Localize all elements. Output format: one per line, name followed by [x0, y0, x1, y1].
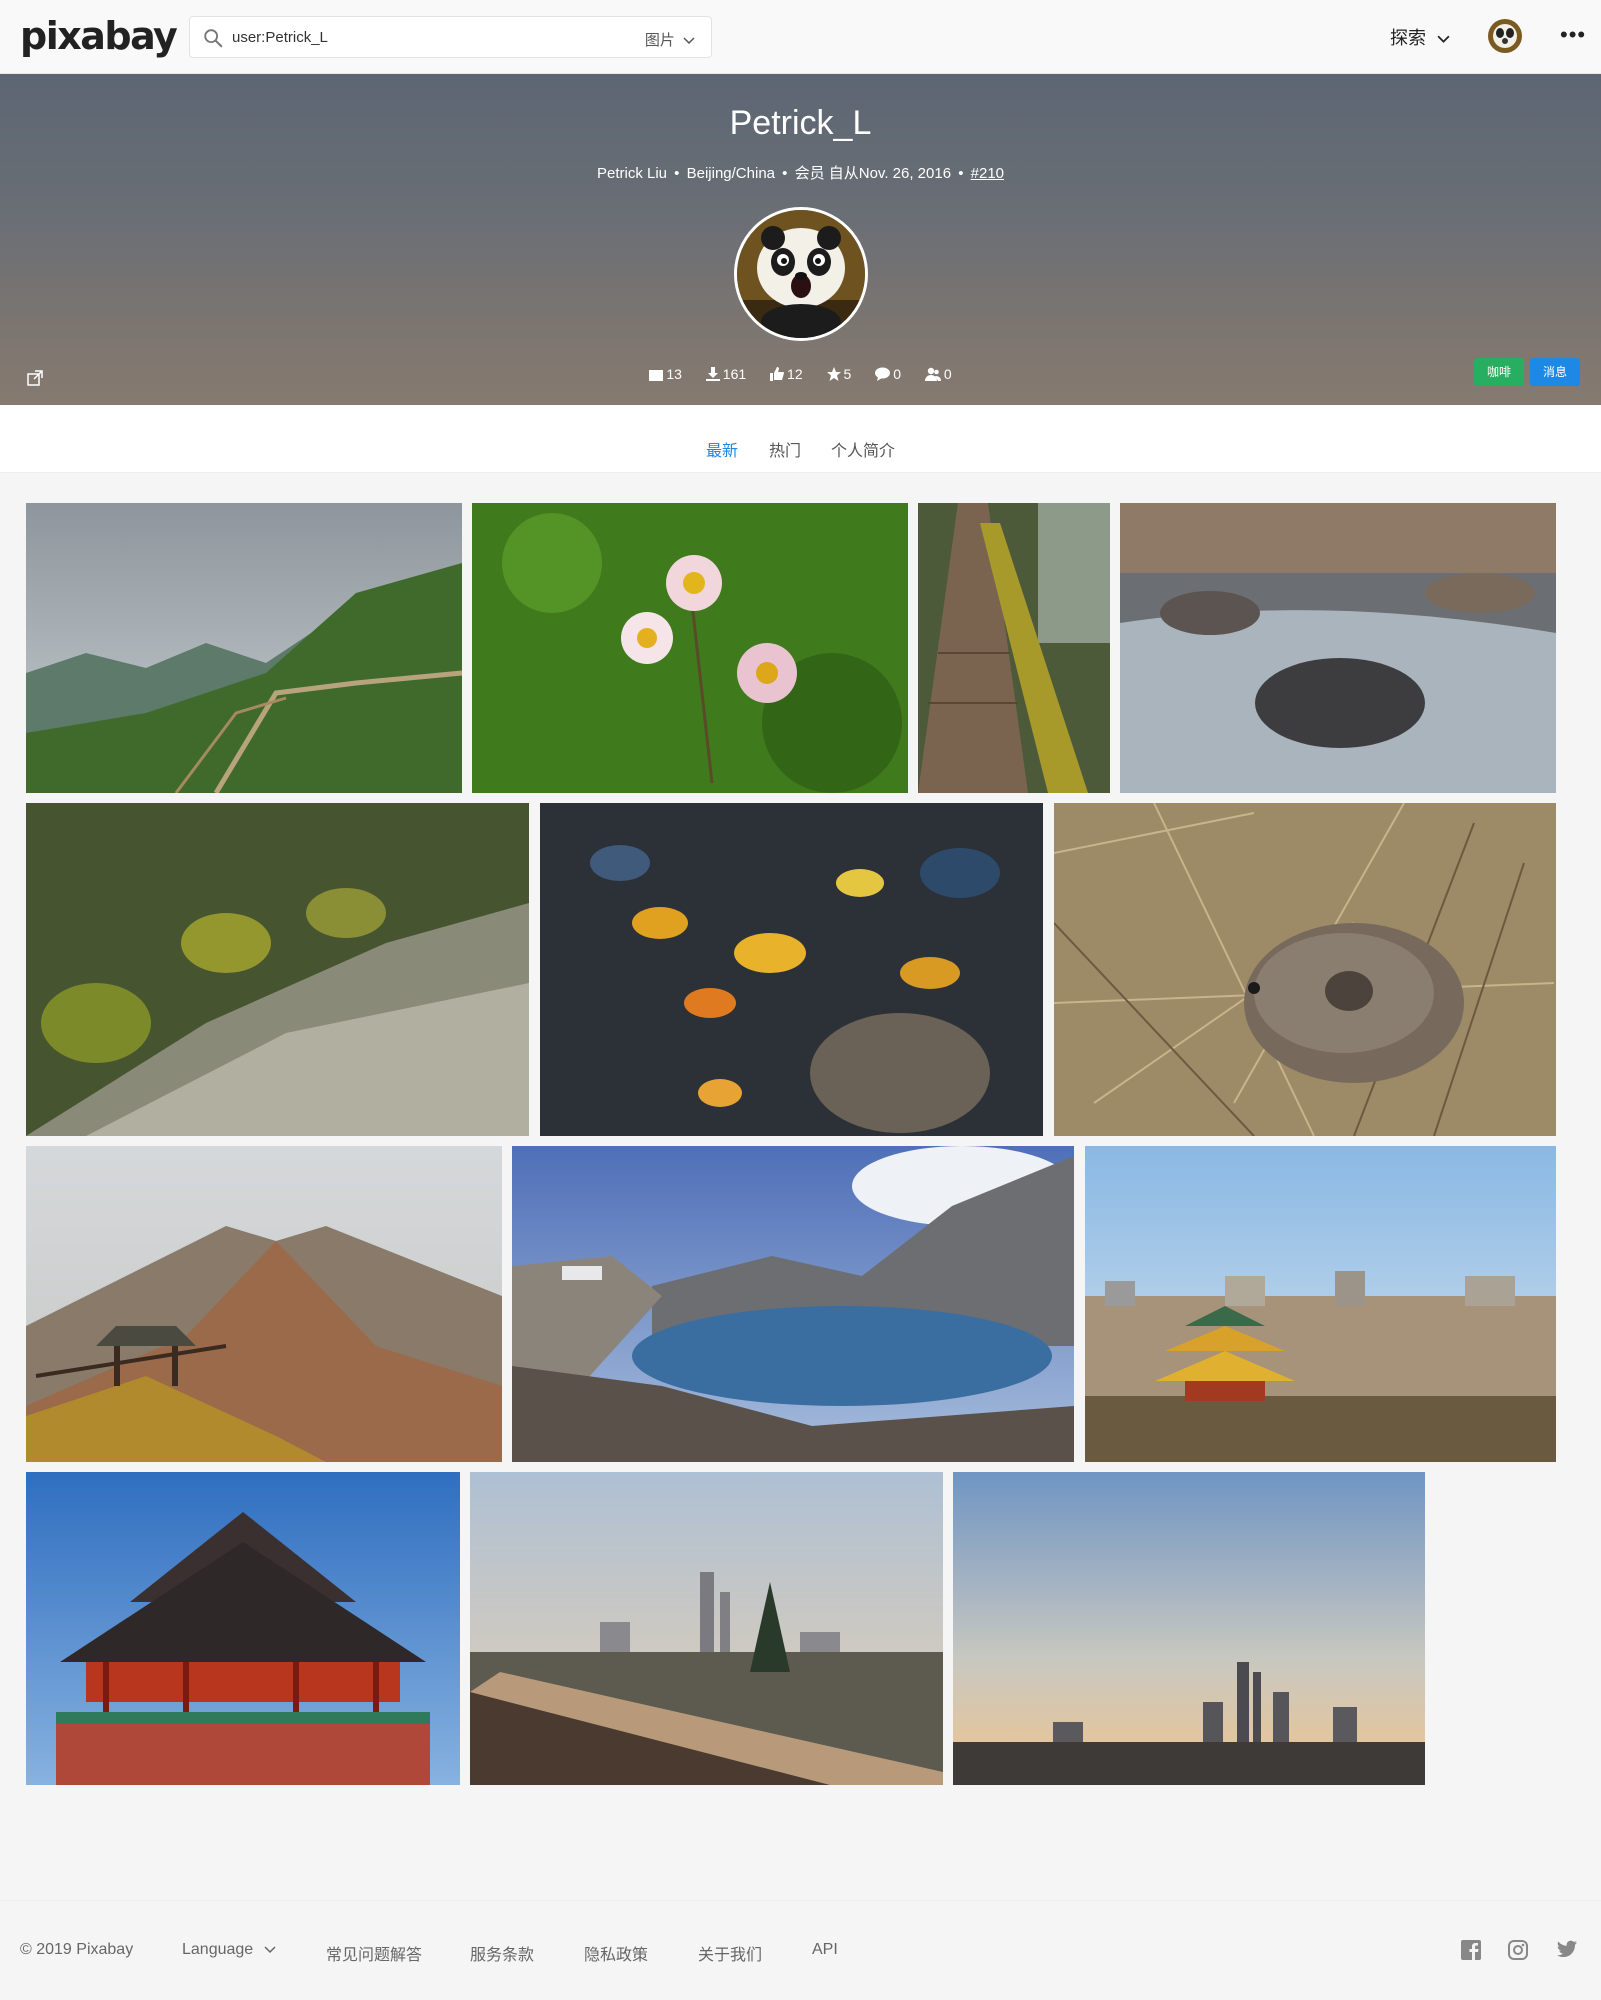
profile-full-name: Petrick Liu [596, 165, 668, 182]
photo-image [470, 1472, 943, 1785]
twitter-icon[interactable] [1556, 1939, 1578, 1961]
search-type-label: 图片 [644, 32, 675, 49]
photo-cbd-skyline-dusk[interactable] [953, 1472, 1425, 1785]
coffee-button[interactable]: 咖啡 [1474, 358, 1524, 386]
footer-language-label: Language [182, 1941, 254, 1958]
stat-favorites: 5 [826, 366, 852, 382]
search-input[interactable]: user:Petrick_L [232, 29, 328, 46]
footer-language-select[interactable]: Language [182, 1941, 276, 1959]
stat-comments: 0 [875, 366, 901, 382]
footer-copyright: © 2019 Pixabay [20, 1941, 134, 1958]
photo-mountain-lake[interactable] [512, 1146, 1074, 1462]
stat-images: 13 [649, 366, 682, 382]
photo-image [26, 1472, 460, 1785]
explore-label: 探索 [1390, 28, 1426, 48]
photo-image [26, 1146, 502, 1462]
panda-avatar-image [1488, 19, 1522, 53]
stat-downloads-count: 161 [722, 366, 747, 382]
facebook-icon[interactable] [1460, 1939, 1482, 1961]
panda-avatar-image [737, 210, 865, 338]
photo-mossy-boardwalk[interactable] [918, 503, 1110, 793]
profile-avatar [734, 207, 868, 341]
profile-rank-link[interactable]: #210 [971, 165, 1004, 182]
footer-link-privacy[interactable]: 隐私政策 [584, 1941, 648, 1965]
photo-city-railing-sunset[interactable] [470, 1472, 943, 1785]
photo-anemone-flowers[interactable] [472, 503, 908, 793]
photo-image [26, 803, 529, 1136]
footer-link-faq[interactable]: 常见问题解答 [326, 1941, 422, 1965]
photo-image [26, 503, 462, 793]
top-bar: pixabay user:Petrick_L 图片 探索 ••• [0, 0, 1601, 74]
photo-image [472, 503, 908, 793]
footer-link-about[interactable]: 关于我们 [698, 1941, 762, 1965]
search-type-select[interactable]: 图片 [645, 29, 695, 50]
photo-mountain-pavilion[interactable] [26, 1146, 502, 1462]
instagram-icon[interactable] [1507, 1939, 1529, 1961]
download-icon [705, 367, 720, 381]
stat-downloads: 161 [705, 366, 747, 382]
footer-link-terms[interactable]: 服务条款 [470, 1941, 534, 1965]
profile-member-since: 会员 自从Nov. 26, 2016 [794, 165, 952, 182]
photo-image [1054, 803, 1556, 1136]
photo-beijing-skyline-pavilion[interactable] [1085, 1146, 1556, 1462]
photo-mossy-stream[interactable] [26, 803, 529, 1136]
stat-favorites-count: 5 [843, 366, 852, 382]
photo-image [512, 1146, 1074, 1462]
profile-stats: 13 161 12 5 0 0 [0, 366, 1601, 382]
comment-icon [875, 367, 891, 381]
search-icon [204, 29, 223, 48]
photo-image [918, 503, 1110, 793]
stat-comments-count: 0 [893, 366, 901, 382]
photo-river-rocks[interactable] [1120, 503, 1556, 793]
chevron-down-icon [1437, 35, 1450, 43]
photo-image [1120, 503, 1556, 793]
profile-location: Beijing/China [686, 165, 775, 182]
photo-image [1085, 1146, 1556, 1462]
message-button[interactable]: 消息 [1530, 358, 1580, 386]
search-box[interactable]: user:Petrick_L 图片 [189, 16, 712, 58]
thumbs-up-icon [770, 367, 785, 381]
photo-autumn-leaves-pebbles[interactable] [540, 803, 1043, 1136]
tab-about[interactable]: 个人简介 [831, 437, 895, 473]
stat-images-count: 13 [666, 366, 682, 382]
stat-followers: 0 [924, 366, 952, 382]
star-icon [826, 367, 841, 381]
user-avatar[interactable] [1488, 19, 1522, 53]
profile-banner: Petrick_L Petrick Liu • Beijing/China • … [0, 74, 1601, 405]
more-menu-button[interactable]: ••• [1560, 22, 1586, 48]
stat-likes-count: 12 [787, 366, 803, 382]
footer-link-api[interactable]: API [812, 1941, 838, 1959]
chevron-down-icon [264, 1946, 276, 1954]
image-icon [649, 370, 664, 381]
footer: © 2019 Pixabay Language 常见问题解答 服务条款 隐私政策… [0, 1900, 1601, 2000]
photo-image [540, 803, 1043, 1136]
profile-username: Petrick_L [729, 104, 872, 142]
photo-chinese-tower[interactable] [26, 1472, 460, 1785]
photo-pika-in-grass[interactable] [1054, 803, 1556, 1136]
tab-latest[interactable]: 最新 [706, 437, 739, 476]
followers-icon [924, 367, 941, 381]
profile-tabs: 最新 热门 个人简介 [0, 405, 1601, 476]
photo-mountain-road[interactable] [26, 503, 462, 793]
tab-popular[interactable]: 热门 [769, 437, 801, 473]
pixabay-logo[interactable]: pixabay [20, 14, 178, 58]
photo-gallery [0, 473, 1601, 1813]
explore-menu[interactable]: 探索 [1390, 24, 1450, 50]
stat-followers-count: 0 [943, 366, 952, 382]
chevron-down-icon [683, 37, 695, 45]
stat-likes: 12 [770, 366, 803, 382]
photo-image [953, 1472, 1425, 1785]
profile-meta: Petrick Liu • Beijing/China • 会员 自从Nov. … [596, 165, 1005, 182]
